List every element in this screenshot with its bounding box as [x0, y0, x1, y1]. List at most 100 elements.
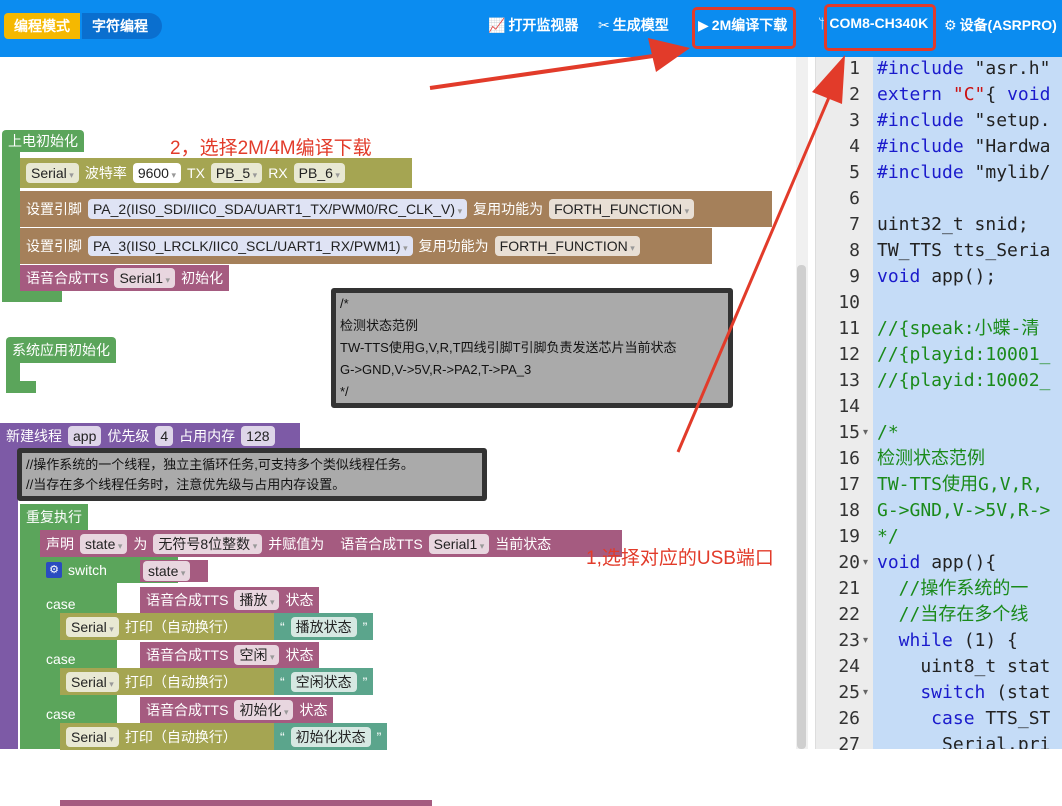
workspace-scrollbar-thumb[interactable]	[797, 265, 806, 749]
code-line[interactable]: switch (stat	[877, 680, 1050, 706]
repeat-block[interactable]: 重复执行	[20, 504, 88, 530]
code-token: void	[1007, 84, 1051, 105]
serial-begin-block[interactable]: Serial 波特率 9600 TX PB_5 RX PB_6	[20, 158, 412, 188]
code-line[interactable]: */	[877, 524, 899, 550]
code-editor[interactable]: #include "asr.h" extern "C"{ void #include…	[873, 57, 1062, 749]
tools-icon: ✂	[598, 16, 610, 33]
declare-block[interactable]: 声明 state 为 无符号8位整数 并赋值为 语音合成TTS Serial1 …	[40, 530, 622, 557]
code-line[interactable]: //操作系统的一	[877, 576, 1029, 602]
code-line[interactable]: uint32_t snid;	[877, 212, 1029, 238]
memory-field[interactable]: 128	[241, 426, 275, 446]
baud-dropdown[interactable]: 9600	[132, 163, 182, 183]
open-monitor-button[interactable]: 📈 打开监视器	[488, 15, 578, 35]
device-button[interactable]: ⚙ 设备(ASRPRO)	[944, 15, 1057, 35]
text-field[interactable]: 空闲状态	[290, 671, 357, 692]
code-line[interactable]: #include "Hardwa	[877, 134, 1050, 160]
fold-toggle-icon[interactable]: ▾	[863, 628, 868, 654]
code-line[interactable]: //{playid:10002_	[877, 368, 1050, 394]
code-token: switch	[877, 682, 997, 703]
set-pin-block-1[interactable]: 设置引脚 PA_2(IIS0_SDI/IIC0_SDA/UART1_TX/PWM…	[20, 191, 772, 227]
code-line[interactable]: /*	[877, 420, 899, 446]
code-line[interactable]: Serial.pri	[877, 732, 1050, 749]
code-line[interactable]: 检测状态范例	[877, 446, 985, 472]
code-token: 检测状态范例	[877, 448, 985, 469]
tab-text-mode[interactable]: 字符编程	[82, 13, 162, 39]
generate-model-button[interactable]: ✂ 生成模型	[598, 15, 669, 35]
code-line[interactable]: #include "mylib/	[877, 160, 1050, 186]
state-dropdown[interactable]: 空闲	[234, 645, 280, 665]
code-line[interactable]: uint8_t stat	[877, 654, 1050, 680]
code-line[interactable]: //{playid:10001_	[877, 342, 1050, 368]
code-line[interactable]: G->GND,V->5V,R->	[877, 498, 1050, 524]
text-block[interactable]: “ 播放状态 ”	[274, 613, 374, 640]
tts-state-block[interactable]: 语音合成TTS 播放 状态	[140, 587, 320, 613]
comment-block-1[interactable]: /* 检测状态范例 TW-TTS使用G,V,R,T四线引脚T引脚负责发送芯片当前…	[331, 288, 733, 408]
func-dropdown-2[interactable]: FORTH_FUNCTION	[494, 236, 640, 256]
code-token: "Hardwa	[974, 136, 1051, 157]
tts-init-block[interactable]: 语音合成TTS Serial1 初始化	[20, 265, 230, 291]
tts-state-block[interactable]: 语音合成TTS 空闲 状态	[140, 642, 320, 668]
pin1-dropdown[interactable]: PA_2(IIS0_SDI/IIC0_SDA/UART1_TX/PWM0/RC_…	[88, 199, 468, 219]
serial-println-block[interactable]: Serial 打印（自动换行）	[60, 723, 274, 750]
state-dropdown[interactable]: 初始化	[234, 700, 294, 720]
thread-name-field[interactable]: app	[68, 426, 102, 446]
pin2-dropdown[interactable]: PA_3(IIS0_LRCLK/IIC0_SCL/UART1_RX/PWM1)	[88, 236, 413, 256]
tts-serial-dropdown[interactable]: Serial1	[114, 268, 176, 288]
code-line[interactable]: //{speak:小蝶-清	[877, 316, 1039, 342]
var-dropdown[interactable]: state	[80, 533, 128, 554]
new-thread-block[interactable]: 新建线程 app 优先级 4 占用内存 128	[0, 423, 300, 449]
tab-block-mode[interactable]: 编程模式	[4, 13, 80, 39]
blocks-workspace[interactable]: 上电初始化 Serial 波特率 9600 TX PB_5 RX PB_6 设置…	[0, 57, 810, 806]
tts-label: 语音合成TTS	[146, 702, 229, 718]
system-init-block[interactable]: 系统应用初始化	[6, 337, 116, 363]
comment-block-2[interactable]: //操作系统的一个线程，独立主循环任务,可支持多个类似线程任务。 //当存在多个…	[17, 448, 487, 501]
fold-toggle-icon[interactable]: ▾	[863, 680, 868, 706]
serial-dropdown[interactable]: Serial	[66, 671, 119, 692]
system-init-foot	[6, 381, 36, 393]
priority-field[interactable]: 4	[155, 426, 174, 446]
line-number: 11	[838, 318, 860, 339]
serial-dropdown[interactable]: Serial	[26, 163, 79, 183]
code-token: extern	[877, 84, 953, 105]
code-line[interactable]: case TTS_ST	[877, 706, 1050, 732]
code-line[interactable]: extern "C"{ void	[877, 82, 1050, 108]
fold-toggle-icon[interactable]: ▾	[863, 550, 868, 576]
set-pin-block-2[interactable]: 设置引脚 PA_3(IIS0_LRCLK/IIC0_SCL/UART1_RX/P…	[20, 228, 712, 264]
text-block[interactable]: “ 初始化状态 ”	[274, 723, 388, 750]
code-line[interactable]: #include "asr.h"	[877, 57, 1050, 82]
type-dropdown[interactable]: 无符号8位整数	[153, 533, 263, 554]
code-line[interactable]: void app();	[877, 264, 996, 290]
code-line[interactable]: TW-TTS使用G,V,R,	[877, 472, 1043, 498]
rx-pin-dropdown[interactable]: PB_6	[293, 163, 345, 183]
priority-label: 优先级	[107, 428, 150, 444]
gear-icon[interactable]: ⚙	[46, 562, 62, 578]
text-block[interactable]: “ 空闲状态 ”	[274, 668, 374, 695]
code-line[interactable]: TW_TTS tts_Seria	[877, 238, 1050, 264]
line-number: 15	[838, 422, 860, 443]
fold-toggle-icon[interactable]: ▾	[863, 420, 868, 446]
text-field[interactable]: 播放状态	[290, 616, 357, 637]
tx-pin-dropdown[interactable]: PB_5	[210, 163, 263, 183]
switch-var-block[interactable]: state	[140, 560, 208, 582]
serial-dropdown[interactable]: Serial	[66, 726, 119, 747]
code-line[interactable]: void app(){	[877, 550, 996, 576]
tts-state-block[interactable]: 语音合成TTS 初始化 状态	[140, 697, 334, 723]
switch-var-dropdown[interactable]: state	[143, 561, 191, 581]
code-token: //{playid:10002_	[877, 370, 1051, 391]
code-token: void	[877, 552, 932, 573]
print-label: 打印（自动换行）	[124, 673, 237, 690]
code-line[interactable]: //当存在多个线	[877, 602, 1029, 628]
text-field[interactable]: 初始化状态	[290, 726, 371, 747]
serial-println-block[interactable]: Serial 打印（自动换行）	[60, 613, 274, 640]
power-init-block[interactable]: 上电初始化	[2, 130, 84, 152]
tts-serial-dropdown[interactable]: Serial1	[428, 533, 490, 554]
code-line[interactable]: #include "setup.	[877, 108, 1050, 134]
code-token: {	[985, 84, 1008, 105]
code-line[interactable]: while (1) {	[877, 628, 1018, 654]
serial-dropdown[interactable]: Serial	[66, 616, 119, 637]
serial-println-block[interactable]: Serial 打印（自动换行）	[60, 668, 274, 695]
state-dropdown[interactable]: 播放	[234, 590, 280, 610]
line-number: 16	[838, 448, 860, 469]
close-quote: ”	[362, 618, 368, 635]
func-dropdown-1[interactable]: FORTH_FUNCTION	[549, 199, 695, 219]
